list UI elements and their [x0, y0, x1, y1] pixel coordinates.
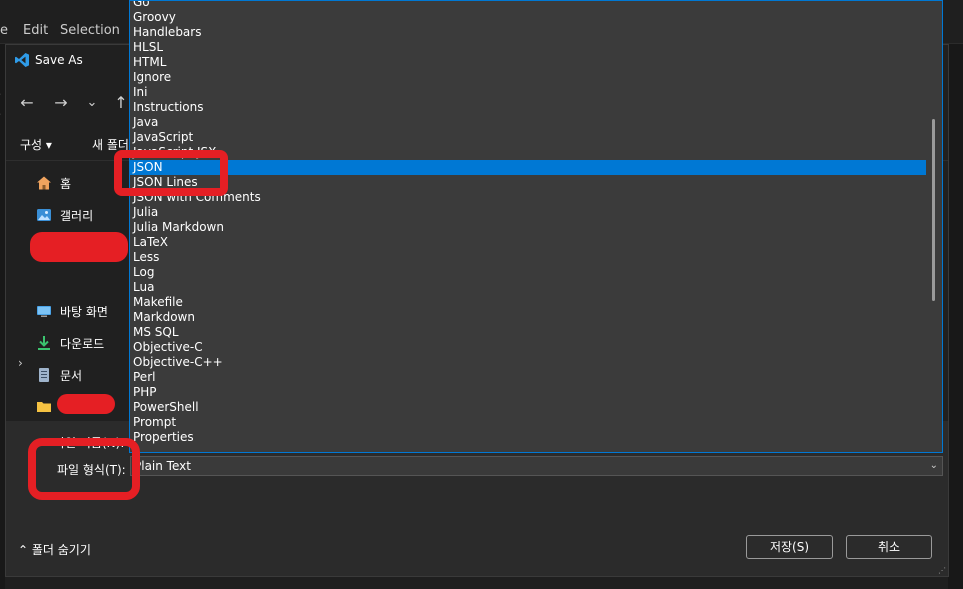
sidebar-item-documents[interactable]: 문서: [36, 365, 82, 385]
sidebar-item-home[interactable]: 홈: [36, 173, 71, 193]
resize-grip-icon[interactable]: ⋰: [938, 566, 946, 575]
filetype-select[interactable]: Plain Text ⌄: [130, 456, 943, 476]
language-option[interactable]: Makefile: [130, 295, 926, 310]
scrollbar-thumb[interactable]: [932, 119, 935, 301]
language-option[interactable]: JSON with Comments: [130, 190, 926, 205]
sidebar-item-desktop[interactable]: 바탕 화면: [36, 301, 108, 321]
language-option[interactable]: JavaScript: [130, 130, 926, 145]
language-option[interactable]: PowerShell: [130, 400, 926, 415]
language-option[interactable]: Log: [130, 265, 926, 280]
hide-folders-label: 폴더 숨기기: [31, 543, 91, 557]
language-option[interactable]: Less: [130, 250, 926, 265]
language-option[interactable]: MS SQL: [130, 325, 926, 340]
chevron-down-icon: ⌄: [929, 460, 938, 471]
sidebar-item-label: 홈: [60, 176, 72, 191]
document-icon: [39, 368, 49, 382]
language-option[interactable]: Go: [130, 1, 926, 10]
language-option[interactable]: Objective-C: [130, 340, 926, 355]
highlight-circle-json: [114, 150, 228, 196]
language-option[interactable]: Properties: [130, 430, 926, 445]
sidebar-item-gallery[interactable]: 갤러리: [36, 205, 93, 225]
language-option[interactable]: Groovy: [130, 10, 926, 25]
desktop-icon: [37, 306, 51, 317]
language-option[interactable]: Julia Markdown: [130, 220, 926, 235]
cancel-button[interactable]: 취소: [846, 535, 932, 559]
expander-chevron-icon[interactable]: ›: [18, 356, 23, 370]
menu-edit[interactable]: Edit: [23, 22, 48, 40]
language-option[interactable]: JSON Lines: [130, 175, 926, 190]
menu-selection[interactable]: Selection: [60, 22, 120, 40]
dialog-title: Save As: [35, 53, 83, 67]
highlight-circle-filetype: [28, 438, 140, 500]
menu-file-partial[interactable]: e: [0, 22, 8, 40]
recent-locations-chevron-icon[interactable]: ⌄: [80, 89, 104, 117]
filetype-dropdown-list[interactable]: Go Groovy Handlebars HLSL HTML Ignore Ini Instr…: [129, 0, 943, 453]
language-option[interactable]: Objective-C++: [130, 355, 926, 370]
language-option[interactable]: LaTeX: [130, 235, 926, 250]
language-option[interactable]: Markdown: [130, 310, 926, 325]
language-option[interactable]: JSON: [130, 160, 926, 175]
chevron-right-icon: ›: [0, 89, 1, 100]
redaction-mark: [57, 394, 115, 414]
chevron-right-icon: ›: [0, 109, 1, 120]
sidebar-item-folder[interactable]: [36, 397, 60, 417]
language-option[interactable]: Prompt: [130, 415, 926, 430]
language-option[interactable]: Ini: [130, 85, 926, 100]
chevron-up-icon: ⌃: [18, 543, 32, 557]
language-option[interactable]: HLSL: [130, 40, 926, 55]
language-option[interactable]: JavaScript JSX: [130, 145, 926, 160]
sidebar-item-label: 갤러리: [60, 208, 94, 223]
language-option[interactable]: Handlebars: [130, 25, 926, 40]
sidebar-item-label: 바탕 화면: [60, 304, 108, 319]
back-arrow-icon[interactable]: ←: [15, 89, 39, 117]
navigation-pane: 홈 갤러리 › 바탕 화면 다운로드 문서: [6, 163, 134, 423]
language-list: Go Groovy Handlebars HLSL HTML Ignore Ini Instr…: [130, 1, 926, 445]
download-icon: [38, 336, 50, 350]
language-option[interactable]: PHP: [130, 385, 926, 400]
language-option[interactable]: Ignore: [130, 70, 926, 85]
gallery-icon: [37, 209, 51, 221]
filetype-value: Plain Text: [134, 459, 191, 473]
home-icon: [37, 176, 51, 190]
language-option[interactable]: Java: [130, 115, 926, 130]
forward-arrow-icon[interactable]: →: [49, 89, 73, 117]
dropdown-scrollbar[interactable]: [926, 1, 942, 452]
folder-icon: [37, 402, 51, 412]
language-option[interactable]: Instructions: [130, 100, 926, 115]
organize-button[interactable]: 구성 ▾: [20, 136, 52, 153]
vscode-right-gutter: [948, 44, 963, 589]
language-option[interactable]: Perl: [130, 370, 926, 385]
save-button[interactable]: 저장(S): [746, 535, 833, 559]
vscode-logo-icon: [15, 53, 29, 67]
language-option[interactable]: Julia: [130, 205, 926, 220]
sidebar-item-label: 다운로드: [60, 336, 105, 351]
sidebar-item-downloads[interactable]: 다운로드: [36, 333, 104, 353]
language-option[interactable]: HTML: [130, 55, 926, 70]
redaction-mark: [30, 232, 128, 262]
hide-folders-button[interactable]: ⌃ 폴더 숨기기: [18, 541, 91, 558]
sidebar-item-label: 문서: [60, 368, 83, 383]
language-option[interactable]: Lua: [130, 280, 926, 295]
